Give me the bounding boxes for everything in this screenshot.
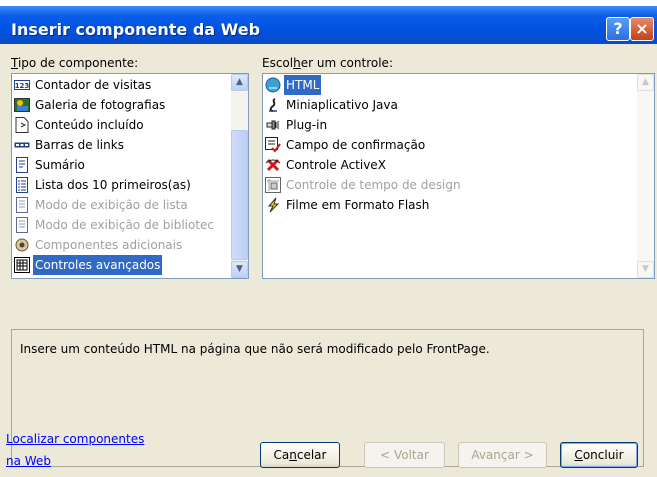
list-item[interactable]: Barras de links [14,135,126,155]
included-content-icon [14,116,30,133]
list-item-label: Plug-in [286,118,328,132]
list-item[interactable]: Plug-in [265,115,329,135]
description-text: Insere um conteúdo HTML na página que nã… [20,342,490,356]
help-button[interactable]: ? [606,17,630,41]
next-button[interactable]: Avançar > [458,442,547,468]
list-item-label: Modo de exibição de lista [35,198,188,212]
list-item[interactable]: Galeria de fotografias [14,95,167,115]
component-type-scrollbar[interactable]: ▲ ▼ [231,74,248,278]
list-item[interactable]: Lista dos 10 primeiros(as) [14,175,193,195]
top10-list-icon [14,176,30,193]
list-view-icon [14,196,30,213]
list-item-label: Controle ActiveX [286,158,386,172]
scroll-down-button[interactable]: ▼ [637,261,654,278]
svg-text:123: 123 [15,82,30,90]
list-item-label: Controles avançados [33,255,163,275]
scroll-up-button[interactable]: ▲ [231,74,248,91]
list-item[interactable]: Miniaplicativo Java [265,95,400,115]
list-item-label: Conteúdo incluído [35,118,144,132]
photo-gallery-icon [14,97,30,113]
close-button[interactable]: × [630,17,654,41]
title-bar: Inserir componente da Web ? × [0,6,657,44]
list-item-label: Modo de exibição de bibliotec [35,218,215,232]
find-components-link[interactable]: Localizar componentes [6,432,144,446]
dialog-body: Tipo de componente: 123 Contador de visit… [0,44,657,477]
flash-movie-icon [265,197,281,213]
list-item[interactable]: Conteúdo incluído [14,115,146,135]
control-list[interactable]: HTML Miniaplicativo Java Plug-in Campo de c… [262,73,655,279]
additional-components-icon [14,237,30,253]
list-item[interactable]: Componentes adicionais [14,235,184,255]
control-scrollbar[interactable]: ▲ ▼ [637,74,654,278]
library-view-icon [14,216,30,233]
component-type-list[interactable]: 123 Contador de visitas Galeria de fotogra… [11,73,249,279]
list-item[interactable]: Campo de confirmação [265,135,427,155]
list-item[interactable]: 123 Contador de visitas [14,75,153,95]
cancel-button[interactable]: Cancelar [260,442,340,468]
scroll-thumb[interactable] [231,130,248,260]
list-item-label: Filme em Formato Flash [286,198,430,212]
link-bars-icon [14,137,30,153]
scroll-up-button[interactable]: ▲ [637,74,654,91]
list-item-label: Miniaplicativo Java [286,98,398,112]
design-time-control-icon [265,176,281,193]
summary-icon [14,156,30,173]
java-applet-icon [265,97,281,113]
list-item-label: Campo de confirmação [286,138,426,152]
list-item-label: Controle de tempo de design [286,178,461,192]
html-icon [265,77,281,93]
activex-icon [265,157,281,173]
list-item[interactable]: Sumário [14,155,87,175]
window-title: Inserir componente da Web [11,20,261,39]
back-button[interactable]: < Voltar [364,442,445,468]
finish-button[interactable]: Concluir [560,442,638,468]
list-item-label: HTML [284,75,322,95]
advanced-controls-icon [14,256,30,273]
list-item-label: Galeria de fotografias [35,98,166,112]
list-item-label: Sumário [35,158,85,172]
list-item[interactable]: Controles avançados [14,255,163,275]
list-item-label: Lista dos 10 primeiros(as) [35,178,191,192]
scroll-down-button[interactable]: ▼ [231,261,248,278]
list-item[interactable]: Filme em Formato Flash [265,195,431,215]
list-item[interactable]: Modo de exibição de lista [14,195,190,215]
list-item[interactable]: HTML [265,75,322,95]
list-item-label: Contador de visitas [35,78,152,92]
list-item[interactable]: Controle ActiveX [265,155,388,175]
list-item-label: Componentes adicionais [35,238,183,252]
list-item-label: Barras de links [35,138,124,152]
component-type-label: Tipo de componente: [11,56,139,70]
list-item[interactable]: Modo de exibição de bibliotec [14,215,216,235]
counter-icon: 123 [14,77,30,93]
list-item[interactable]: Controle de tempo de design [265,175,463,195]
on-web-link[interactable]: na Web [6,454,51,468]
plugin-icon [265,117,281,133]
confirmation-field-icon [265,136,281,153]
choose-control-label: Escolher um controle: [262,56,393,70]
